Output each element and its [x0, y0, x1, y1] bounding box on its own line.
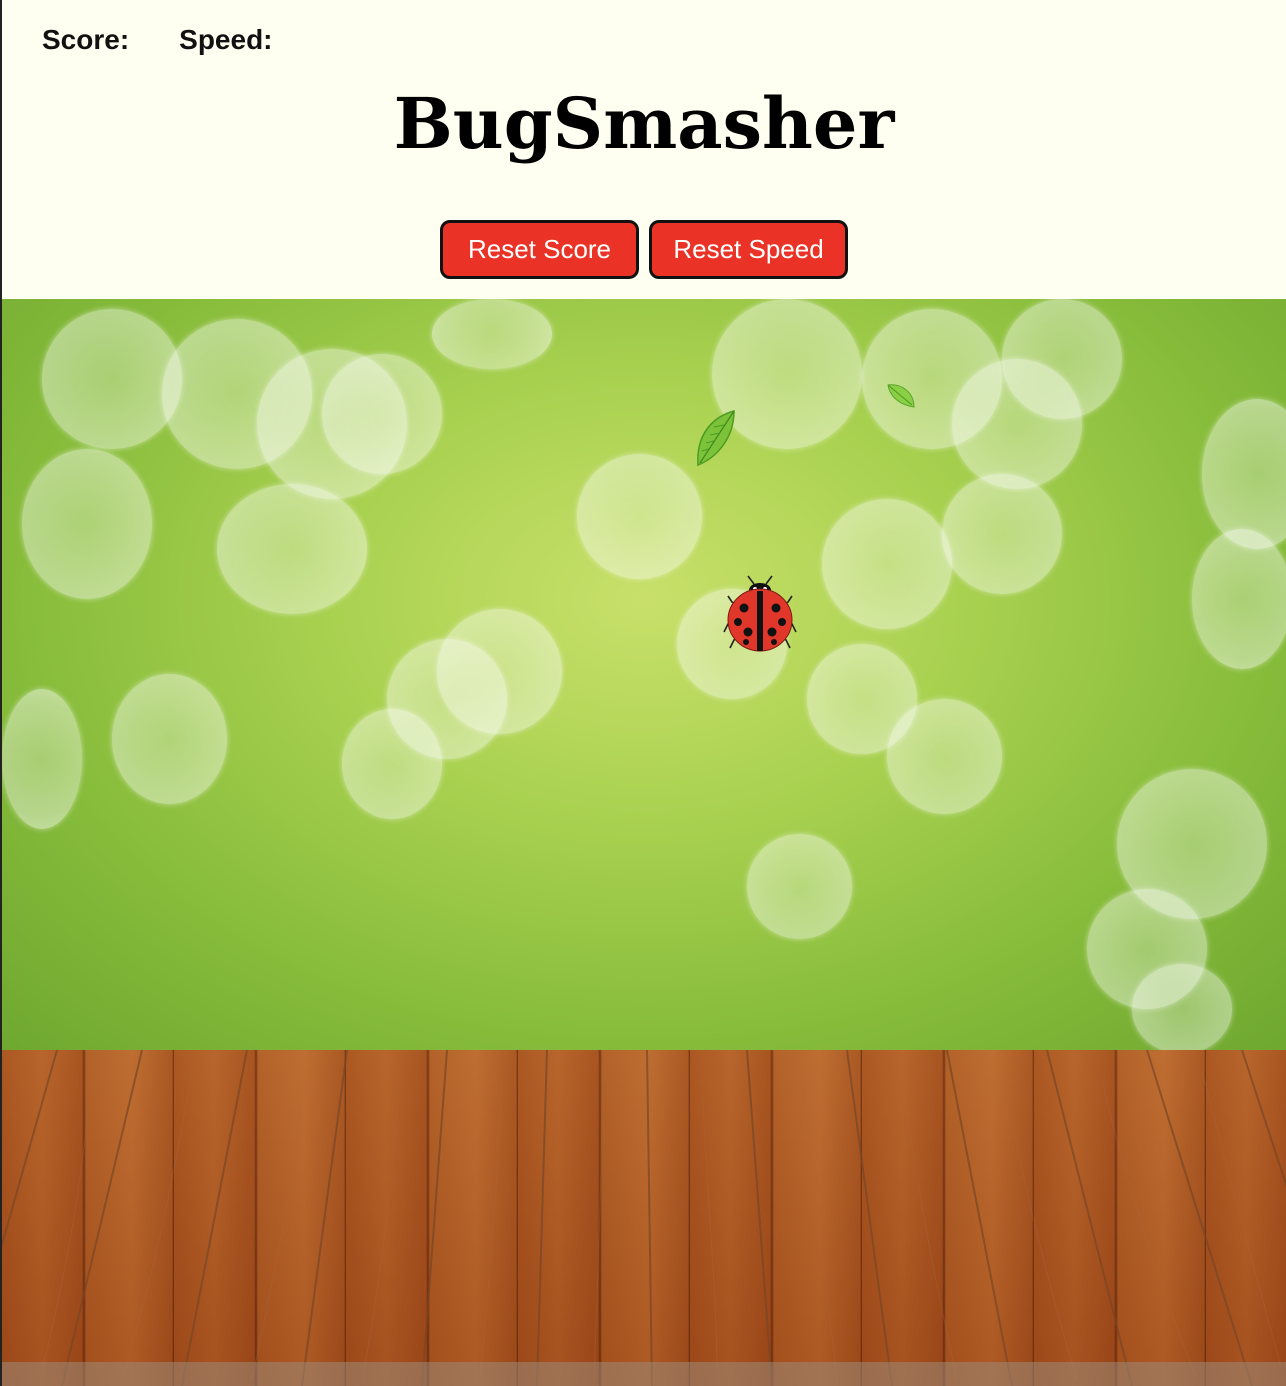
score-display: Score:	[42, 24, 129, 56]
reset-score-button[interactable]: Reset Score	[440, 220, 639, 279]
bokeh-light	[2, 689, 82, 829]
bokeh-light	[342, 709, 442, 819]
bokeh-light	[112, 674, 227, 804]
bokeh-light	[322, 354, 442, 474]
bokeh-light	[217, 484, 367, 614]
bokeh-light	[577, 454, 702, 579]
ladybug-icon[interactable]	[718, 574, 802, 654]
stats-bar: Score: Speed:	[42, 24, 273, 56]
bokeh-light	[437, 609, 562, 734]
button-row: Reset Score Reset Speed	[2, 220, 1286, 279]
bokeh-light	[1132, 964, 1232, 1050]
bokeh-light	[747, 834, 852, 939]
bokeh-background	[2, 299, 1286, 1050]
bokeh-light	[942, 474, 1062, 594]
score-label: Score:	[42, 24, 130, 55]
bokeh-light	[887, 699, 1002, 814]
leaf-icon	[887, 384, 915, 408]
speed-label: Speed:	[179, 24, 273, 55]
bokeh-light	[432, 299, 552, 369]
game-title: BugSmasher	[393, 82, 895, 165]
bokeh-light	[1192, 529, 1286, 669]
game-page: Score: Speed: BugSmasher Reset Score Res…	[0, 0, 1286, 1386]
floor-planks	[2, 1050, 1286, 1386]
reset-speed-button[interactable]: Reset Speed	[649, 220, 848, 279]
bokeh-light	[22, 449, 152, 599]
speed-display: Speed:	[179, 24, 272, 56]
bokeh-light	[42, 309, 182, 449]
bokeh-light	[1202, 399, 1286, 549]
bokeh-light	[822, 499, 952, 629]
bokeh-light	[952, 359, 1082, 489]
leaf-icon	[697, 410, 735, 467]
game-canvas[interactable]	[2, 299, 1286, 1386]
